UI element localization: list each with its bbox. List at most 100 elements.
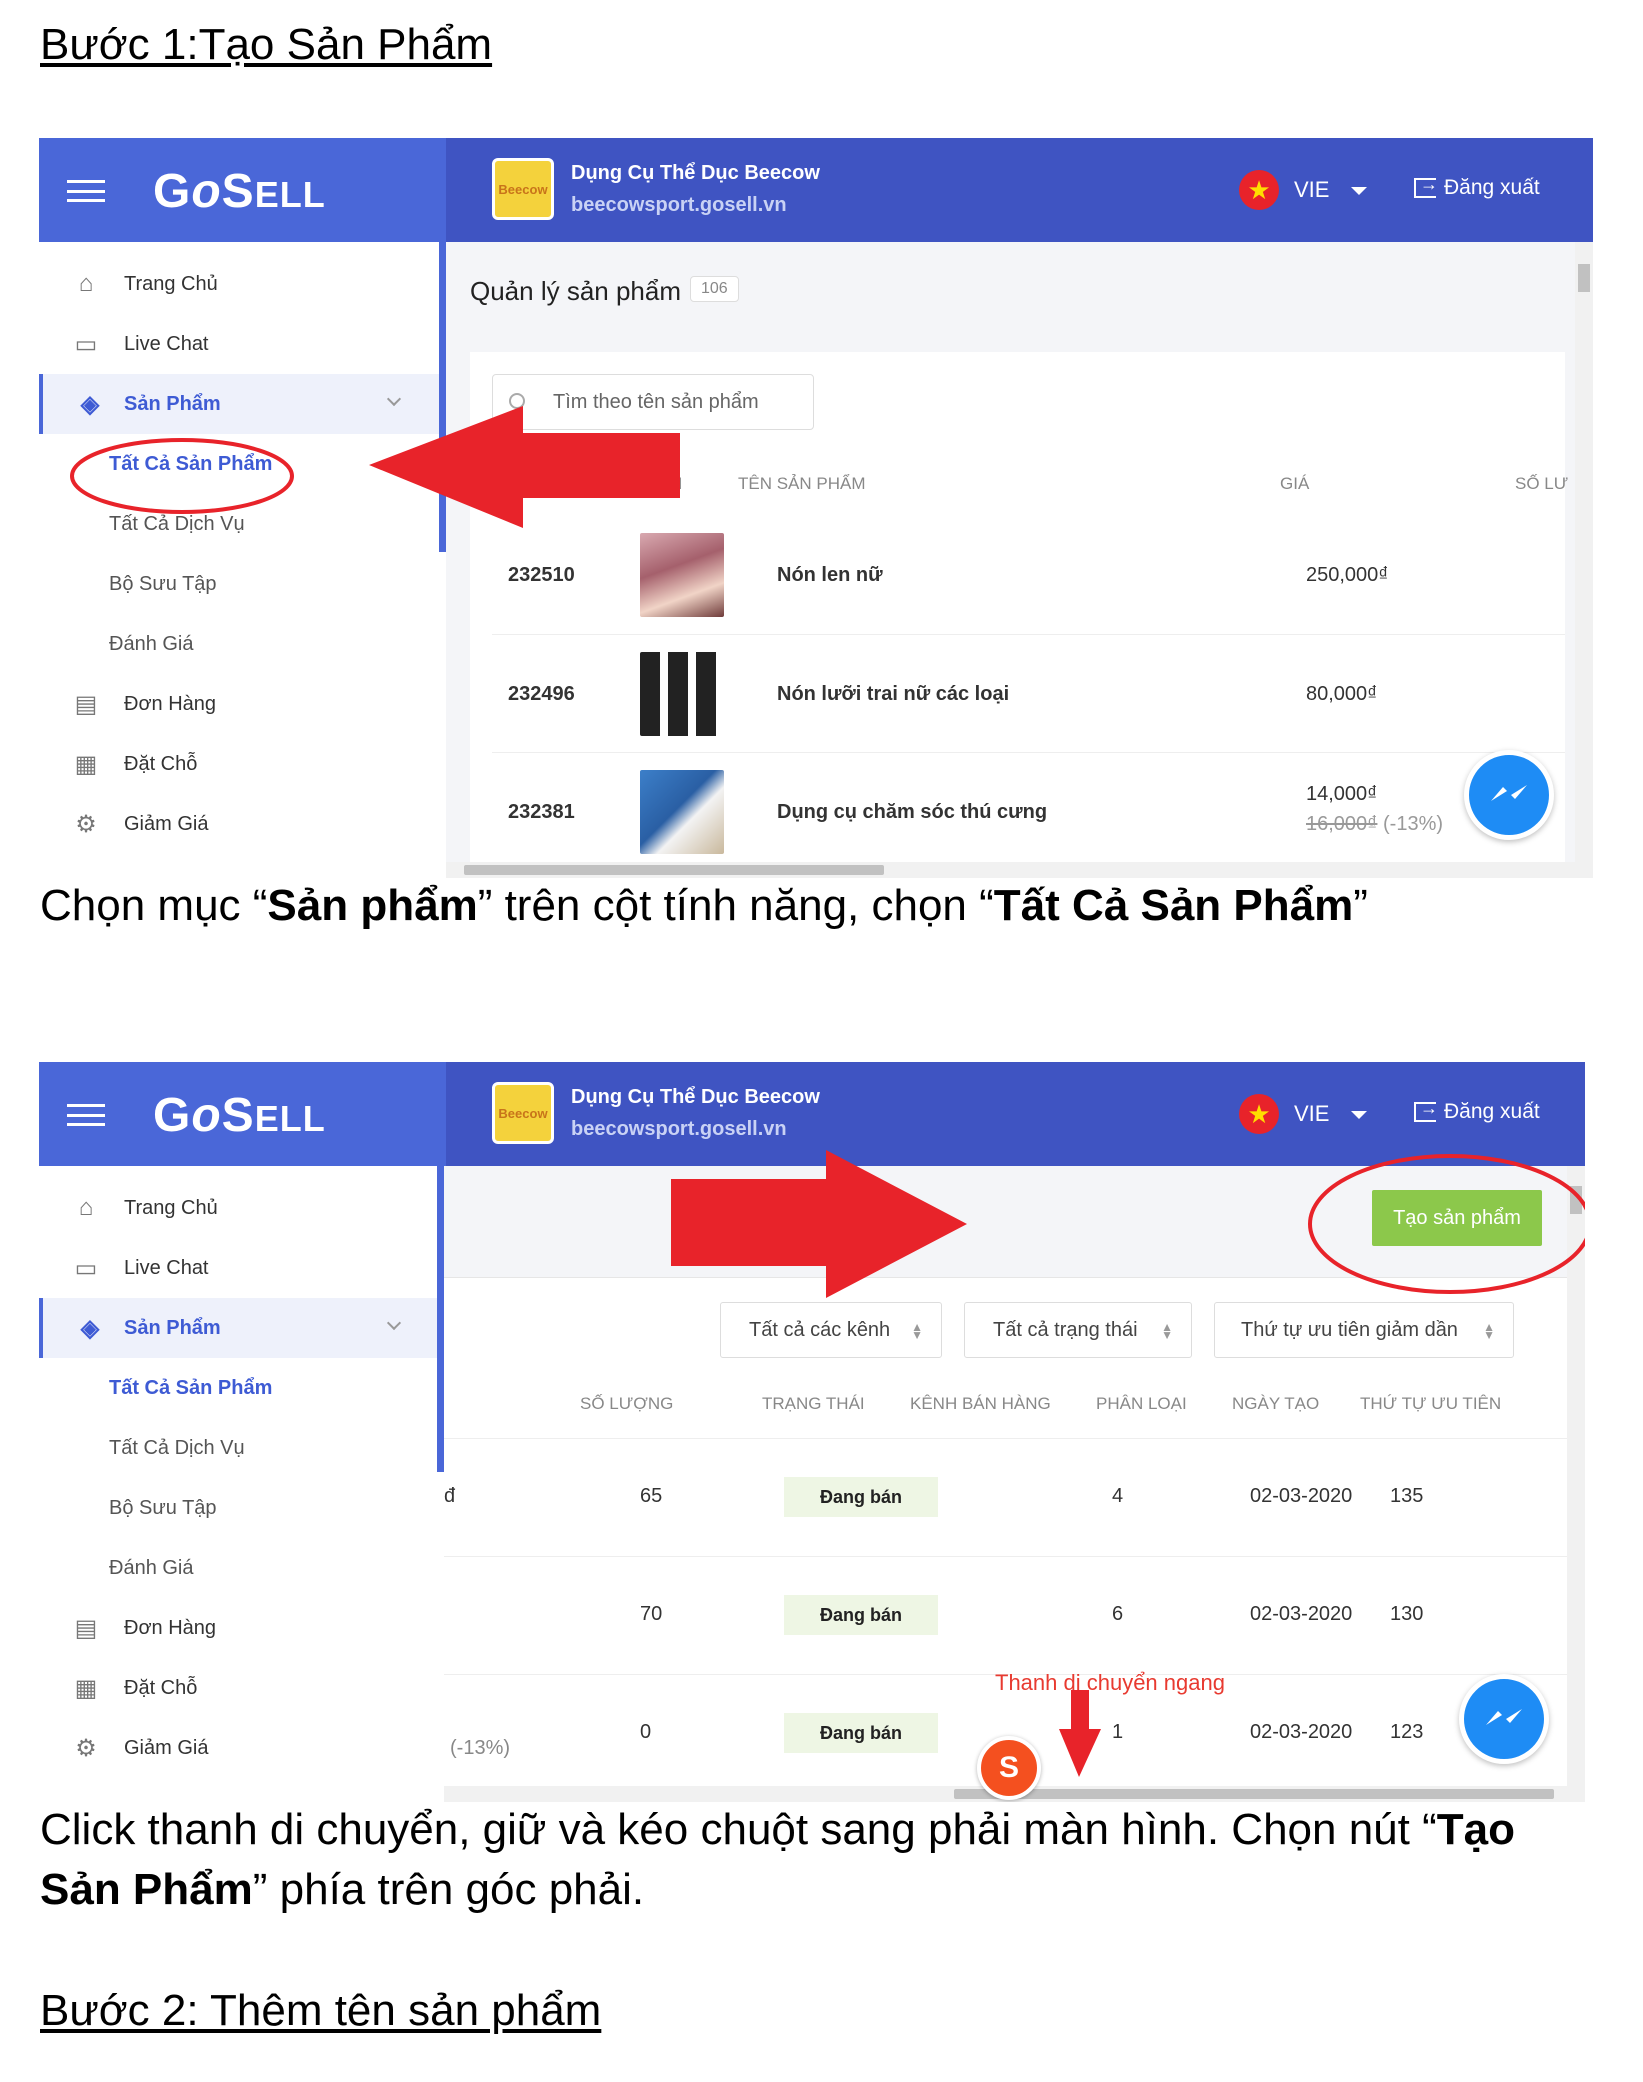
step2-heading: Bước 2: Thêm tên sản phẩm (40, 1986, 602, 2035)
calendar-icon: ▦ (74, 750, 98, 778)
language-select[interactable]: VIE (1294, 177, 1329, 203)
vietnam-flag-icon: ★ (1239, 1094, 1279, 1134)
sidebar-item-reservations[interactable]: ▦ Đặt Chỗ (39, 1658, 439, 1718)
vertical-scrollbar[interactable] (1575, 242, 1593, 878)
sidebar-item-reviews[interactable]: Đánh Giá (39, 614, 439, 674)
logout-label: Đăng xuất (1444, 176, 1540, 199)
product-id: 232381 (508, 801, 575, 823)
sidebar-item-products[interactable]: ◈ Sản Phẩm (39, 1298, 439, 1358)
sidebar-item-label: Tất Cả Sản Phẩm (109, 1376, 273, 1399)
product-price: 250,000₫ (1306, 564, 1389, 586)
sidebar-divider (439, 242, 446, 552)
column-header-qty: SỐ LƯ (1515, 474, 1569, 493)
sidebar-item-collections[interactable]: Bộ Sưu Tập (39, 554, 439, 614)
messenger-icon[interactable] (1464, 750, 1554, 840)
column-header-created-date: NGÀY TẠO (1232, 1394, 1320, 1413)
column-header-status: TRẠNG THÁI (762, 1394, 865, 1413)
step1b-caption: Click thanh di chuyển, giữ và kéo chuột … (40, 1805, 1515, 1914)
logout-icon (1414, 174, 1438, 198)
vertical-scrollbar[interactable] (1567, 1166, 1585, 1802)
sidebar-item-live-chat[interactable]: ▭ Live Chat (39, 314, 439, 374)
sidebar-item-all-products[interactable]: Tất Cả Sản Phẩm (39, 1358, 439, 1418)
sidebar-item-home[interactable]: ⌂ Trang Chủ (39, 1178, 439, 1238)
table-row[interactable]: 232381 Dụng cụ chăm sóc thú cưng 14,000₫… (492, 752, 1565, 870)
filter-label: Thứ tự ưu tiên giảm dần (1241, 1318, 1458, 1341)
variants-count: 4 (1112, 1485, 1124, 1507)
sidebar-item-orders[interactable]: ▤ Đơn Hàng (39, 1598, 439, 1658)
chevron-down-icon[interactable] (1351, 1111, 1367, 1119)
messenger-icon[interactable] (1459, 1674, 1549, 1764)
screenshot-1: GoSELL Beecow Dụng Cụ Thể Dục Beecow bee… (39, 138, 1593, 878)
store-url: beecowsport.gosell.vn (571, 194, 787, 216)
sidebar-item-home[interactable]: ⌂ Trang Chủ (39, 254, 439, 314)
shopee-icon: S (977, 1736, 1041, 1800)
hamburger-icon[interactable] (67, 1104, 105, 1126)
sidebar-item-reservations[interactable]: ▦ Đặt Chỗ (39, 734, 439, 794)
receipt-icon: ▤ (74, 1614, 98, 1642)
logout-label: Đăng xuất (1444, 1100, 1540, 1123)
created-date: 02-03-2020 (1250, 1603, 1353, 1625)
sidebar-item-reviews[interactable]: Đánh Giá (39, 1538, 439, 1598)
product-list-panel: Quản lý sản phẩm 106 Tìm theo tên sản ph… (446, 242, 1593, 878)
product-name[interactable]: Nón lưỡi trai nữ các loại (777, 683, 1009, 706)
logout-icon (1414, 1098, 1438, 1122)
sidebar-item-label: Bộ Sưu Tập (109, 572, 217, 595)
sidebar: ⌂ Trang Chủ ▭ Live Chat ◈ Sản Phẩm Tất Cả S… (39, 242, 439, 878)
table-row[interactable]: 70 Đang bán 6 02-03-2020 130 (444, 1556, 1567, 1674)
product-list-panel: Tạo sản phẩm Tất cả các kênh ▲ ▼ Tất cả tr… (444, 1166, 1585, 1802)
sidebar-item-label: Giảm Giá (124, 1736, 209, 1759)
sidebar-item-label: Đơn Hàng (124, 1616, 217, 1639)
price-fragment: đ (444, 1485, 456, 1507)
sidebar: ⌂ Trang Chủ ▭ Live Chat ◈ Sản Phẩm Tất Cả S… (39, 1166, 439, 1802)
sidebar-item-label: Live Chat (124, 1256, 209, 1279)
home-icon: ⌂ (78, 270, 94, 297)
sidebar-item-label: Tất Cả Dịch Vụ (109, 512, 245, 535)
sort-icon: ▲ ▼ (1483, 1320, 1495, 1342)
sidebar-item-all-services[interactable]: Tất Cả Dịch Vụ (39, 1418, 439, 1478)
sidebar-item-label: Giảm Giá (124, 812, 209, 835)
chevron-down-icon[interactable] (1351, 187, 1367, 195)
sidebar-item-label: Trang Chủ (124, 1196, 218, 1219)
logout-button[interactable]: Đăng xuất (1414, 1098, 1540, 1124)
status-filter-select[interactable]: Tất cả trạng thái ▲ ▼ (964, 1302, 1192, 1358)
product-image (640, 770, 724, 854)
product-table-card: Tìm theo tên sản phẩm N TÊN SẢN PHẨM GIÁ… (470, 352, 1569, 878)
sidebar-item-live-chat[interactable]: ▭ Live Chat (39, 1238, 439, 1298)
sort-icon: ▲ ▼ (1161, 1320, 1173, 1342)
quantity: 0 (640, 1721, 652, 1743)
product-name[interactable]: Nón len nữ (777, 564, 883, 587)
sidebar-item-label: Đặt Chỗ (124, 1676, 198, 1699)
chevron-down-icon (386, 391, 402, 407)
quantity: 65 (640, 1485, 663, 1507)
sidebar-item-label: Đơn Hàng (124, 692, 217, 715)
product-table-card: Tất cả các kênh ▲ ▼ Tất cả trạng thái ▲ ▼ Th… (444, 1278, 1567, 1802)
status-badge: Đang bán (784, 1477, 938, 1517)
sidebar-item-discounts[interactable]: ⚙ Giảm Giá (39, 794, 439, 854)
table-row[interactable]: 232510 Nón len nữ 250,000₫ (492, 516, 1565, 634)
filter-label: Tất cả trạng thái (993, 1318, 1138, 1341)
product-name[interactable]: Dụng cụ chăm sóc thú cưng (777, 801, 1047, 824)
sidebar-item-collections[interactable]: Bộ Sưu Tập (39, 1478, 439, 1538)
sidebar-item-products[interactable]: ◈ Sản Phẩm (39, 374, 439, 434)
screenshot-2: GoSELL Beecow Dụng Cụ Thể Dục Beecow bee… (39, 1062, 1585, 1802)
tag-icon: ◈ (80, 1314, 100, 1342)
table-row[interactable]: 232496 Nón lưỡi trai nữ các loại 80,000₫ (492, 634, 1565, 752)
table-row[interactable]: đ 65 Đang bán 4 02-03-2020 135 (444, 1438, 1567, 1556)
sidebar-item-discounts[interactable]: ⚙ Giảm Giá (39, 1718, 439, 1778)
search-icon (509, 393, 525, 409)
sidebar-item-label: Tất Cả Sản Phẩm (109, 452, 273, 475)
priority-sort-select[interactable]: Thứ tự ưu tiên giảm dần ▲ ▼ (1214, 1302, 1514, 1358)
channel-filter-select[interactable]: Tất cả các kênh ▲ ▼ (720, 1302, 942, 1358)
store-logo-icon: Beecow (492, 158, 554, 220)
hamburger-icon[interactable] (67, 180, 105, 202)
sidebar-item-label: Sản Phẩm (124, 392, 221, 415)
sidebar-item-orders[interactable]: ▤ Đơn Hàng (39, 674, 439, 734)
logout-button[interactable]: Đăng xuất (1414, 174, 1540, 200)
create-product-button[interactable]: Tạo sản phẩm (1372, 1190, 1542, 1246)
search-input[interactable]: Tìm theo tên sản phẩm (492, 374, 814, 430)
old-price: 16,000₫ (1306, 813, 1378, 835)
sidebar-item-all-products[interactable]: Tất Cả Sản Phẩm (39, 434, 439, 494)
product-price: 80,000₫ (1306, 683, 1378, 705)
sidebar-item-all-services[interactable]: Tất Cả Dịch Vụ (39, 494, 439, 554)
language-select[interactable]: VIE (1294, 1101, 1329, 1127)
